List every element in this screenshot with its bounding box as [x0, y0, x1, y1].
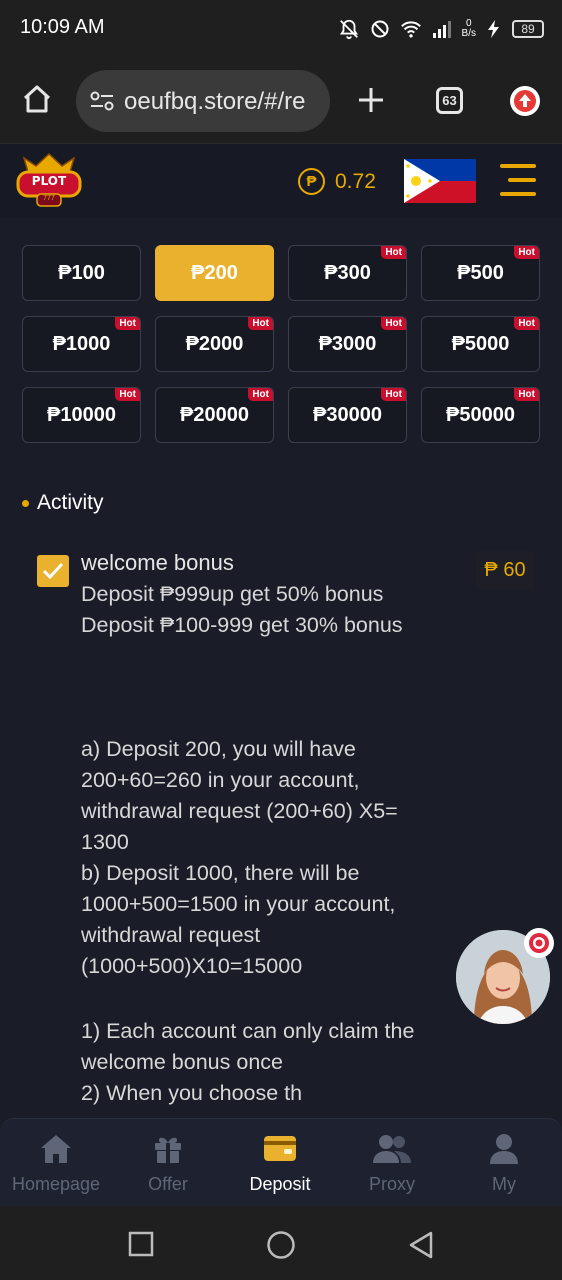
status-bar: 10:09 AM 0 B/s 89 [0, 0, 562, 56]
bonus-rates-text: Deposit ₱999up get 50% bonus Deposit ₱10… [81, 582, 403, 637]
status-time: 10:09 AM [20, 16, 105, 38]
record-dot-icon [529, 933, 549, 953]
signal-icon [432, 21, 451, 38]
amount-button[interactable]: ₱10000 Hot [22, 387, 141, 443]
amount-button[interactable]: ₱500 Hot [421, 245, 540, 301]
hot-badge: Hot [514, 317, 539, 330]
wallet-icon [264, 1136, 296, 1161]
amount-button[interactable]: ₱3000 Hot [288, 316, 407, 372]
welcome-bonus-checkbox[interactable] [37, 555, 69, 587]
nav-label-my: My [492, 1174, 516, 1194]
nav-label-proxy: Proxy [368, 1174, 415, 1194]
hot-badge: Hot [248, 388, 273, 401]
home-icon [41, 1135, 71, 1163]
amount-label: ₱50000 [446, 403, 515, 426]
amount-label: ₱3000 [318, 332, 377, 355]
status-icons: 0 B/s 89 [338, 16, 544, 42]
hot-badge: Hot [381, 317, 406, 330]
app-header: PLOT 777 ₱ 0.72 [0, 144, 562, 218]
nav-deposit[interactable]: Deposit [224, 1119, 336, 1207]
nav-proxy[interactable]: Proxy [336, 1119, 448, 1207]
amount-label: ₱10000 [47, 403, 116, 426]
amount-label: ₱500 [457, 261, 504, 284]
amount-button[interactable]: ₱200 [155, 245, 274, 301]
users-icon [373, 1135, 411, 1163]
net-speed-unit: B/s [461, 28, 476, 39]
mute-bell-icon [339, 19, 358, 40]
charging-icon [488, 20, 499, 38]
hot-badge: Hot [381, 246, 406, 259]
do-not-disturb-icon [371, 20, 389, 38]
browser-toolbar: oeufbq.store/#/re 63 [0, 56, 562, 144]
notification-badge [524, 928, 554, 958]
battery-indicator: 89 [512, 20, 544, 38]
user-icon [490, 1134, 518, 1164]
amount-label: ₱30000 [313, 403, 382, 426]
check-icon [42, 562, 64, 580]
hot-badge: Hot [381, 388, 406, 401]
net-speed: 0 B/s [462, 19, 476, 39]
amount-button[interactable]: ₱1000 Hot [22, 316, 141, 372]
hot-badge: Hot [115, 388, 140, 401]
bottom-navigation: Homepage Offer Deposit Proxy My [0, 1118, 562, 1206]
recents-icon[interactable] [128, 1231, 154, 1257]
amount-label: ₱1000 [52, 332, 111, 355]
balance-display[interactable]: ₱ 0.72 [298, 168, 376, 195]
gift-icon [155, 1137, 181, 1163]
amount-label: ₱200 [191, 261, 238, 284]
bonus-examples-text: a) Deposit 200, you will have 200+60=260… [81, 737, 398, 978]
amount-button[interactable]: ₱30000 Hot [288, 387, 407, 443]
nav-my[interactable]: My [448, 1119, 560, 1207]
peso-coin-icon: ₱ [298, 168, 325, 195]
back-icon[interactable] [408, 1230, 434, 1260]
logo-text: PLOT [31, 174, 67, 188]
url-text: oeufbq.store/#/re [124, 88, 306, 115]
bonus-amount: ₱ 60 [476, 551, 534, 589]
philippines-flag-icon[interactable] [404, 159, 476, 203]
url-bar[interactable]: oeufbq.store/#/re [76, 70, 330, 132]
bonus-rules-text: 1) Each account can only claim the welco… [81, 1019, 415, 1105]
amount-button[interactable]: ₱20000 Hot [155, 387, 274, 443]
nav-offer[interactable]: Offer [112, 1119, 224, 1207]
bonus-title: welcome bonus [81, 550, 234, 575]
amount-button[interactable]: ₱2000 Hot [155, 316, 274, 372]
hot-badge: Hot [248, 317, 273, 330]
nav-label-offer: Offer [148, 1174, 188, 1194]
amount-button[interactable]: ₱50000 Hot [421, 387, 540, 443]
activity-section-title: Activity [37, 491, 104, 514]
tab-switcher-button[interactable]: 63 [436, 87, 463, 114]
menu-icon[interactable] [498, 162, 538, 198]
nav-label-homepage: Homepage [11, 1174, 101, 1194]
amount-button[interactable]: ₱300 Hot [288, 245, 407, 301]
amount-label: ₱2000 [185, 332, 244, 355]
home-icon[interactable] [22, 84, 52, 114]
update-arrow-icon [514, 90, 536, 112]
amount-label: ₱300 [324, 261, 371, 284]
update-button[interactable] [510, 86, 540, 116]
hot-badge: Hot [514, 388, 539, 401]
balance-value: 0.72 [335, 169, 376, 193]
site-settings-icon[interactable] [90, 91, 114, 111]
hot-badge: Hot [514, 246, 539, 259]
hot-badge: Hot [115, 317, 140, 330]
system-navigation-bar [0, 1206, 562, 1280]
amount-label: ₱100 [58, 261, 105, 284]
wifi-icon [400, 21, 421, 38]
section-bullet [22, 500, 29, 507]
amount-button[interactable]: ₱100 [22, 245, 141, 301]
nav-homepage[interactable]: Homepage [0, 1119, 112, 1207]
nav-label-deposit: Deposit [249, 1174, 311, 1194]
home-circle-icon[interactable] [266, 1230, 296, 1260]
logo-subtext: 777 [43, 195, 55, 202]
amount-button[interactable]: ₱5000 Hot [421, 316, 540, 372]
amount-label: ₱5000 [451, 332, 510, 355]
amount-label: ₱20000 [180, 403, 249, 426]
new-tab-icon[interactable] [357, 86, 385, 114]
